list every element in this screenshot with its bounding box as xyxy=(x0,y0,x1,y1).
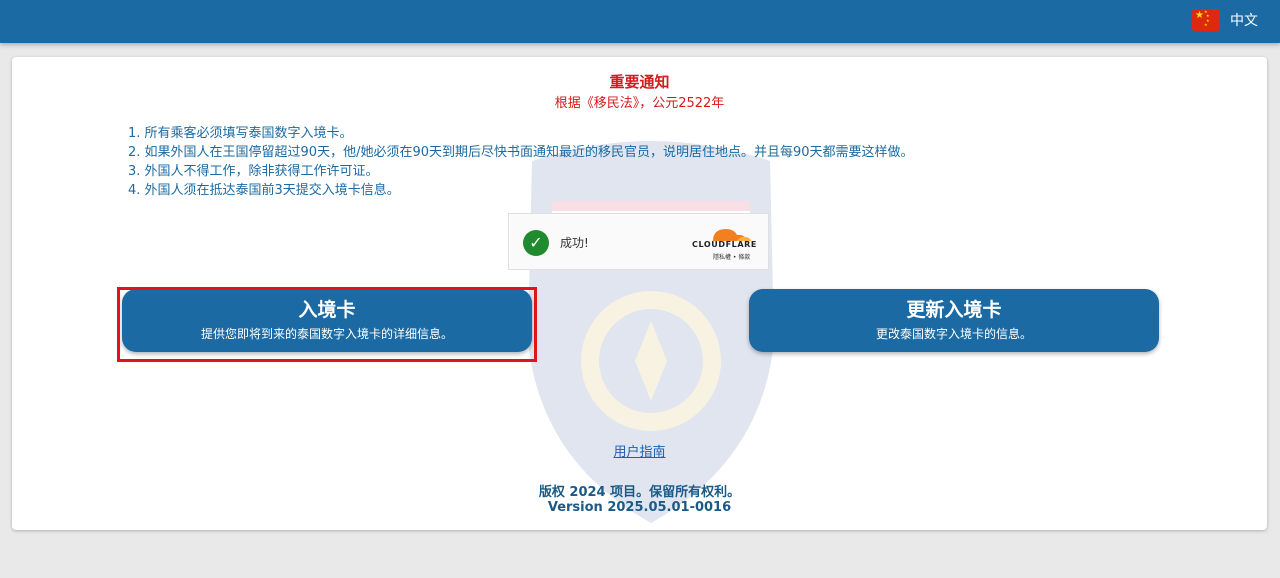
notice-rule: 4. 外国人须在抵达泰国前3天提交入境卡信息。 xyxy=(128,183,400,198)
notice-rule: 3. 外国人不得工作，除非获得工作许可证。 xyxy=(128,164,379,179)
notice-rules-list: 1. 所有乘客必须填写泰国数字入境卡。 2. 如果外国人在王国停留超过90天，他… xyxy=(128,124,914,200)
captcha-status-text: 成功! xyxy=(560,236,589,250)
entry-card-description: 提供您即将到来的泰国数字入境卡的详细信息。 xyxy=(200,327,453,341)
entry-card-button[interactable]: 入境卡 提供您即将到来的泰国数字入境卡的详细信息。 xyxy=(122,289,532,352)
update-card-description: 更改泰国数字入境卡的信息。 xyxy=(875,327,1032,341)
notice-title: 重要通知 xyxy=(609,73,670,91)
user-guide-link[interactable]: 用户指南 xyxy=(12,441,1267,460)
language-label: 中文 xyxy=(1230,13,1258,29)
update-entry-card-button[interactable]: 更新入境卡 更改泰国数字入境卡的信息。 xyxy=(749,289,1159,352)
language-selector[interactable]: ★ ★ ★ ★ ★ 中文 xyxy=(1192,8,1258,32)
version-text: Version 2025.05.01-0016 xyxy=(547,500,732,515)
china-flag-icon: ★ ★ ★ ★ ★ xyxy=(1192,9,1220,31)
update-card-title: 更新入境卡 xyxy=(906,299,1002,321)
notice-rule: 2. 如果外国人在王国停留超过90天，他/她必须在90天到期后尽快书面通知最近的… xyxy=(128,145,914,160)
copyright-text: 版权 2024 项目。保留所有权利。 xyxy=(538,485,741,500)
notice-subtitle: 根据《移民法》，公元2522年 xyxy=(554,96,725,111)
cloudflare-captcha-widget[interactable]: ✓ 成功! CLOUDFLARE 隱私權 • 條款 xyxy=(508,213,769,270)
success-check-icon: ✓ xyxy=(523,230,549,256)
captcha-privacy-links[interactable]: 隱私權 • 條款 xyxy=(713,252,750,261)
cloudflare-wordmark: CLOUDFLARE xyxy=(692,240,757,249)
notice-rule: 1. 所有乘客必须填写泰国数字入境卡。 xyxy=(128,126,353,141)
entry-card-title: 入境卡 xyxy=(298,299,356,321)
main-card: 重要通知 根据《移民法》，公元2522年 1. 所有乘客必须填写泰国数字入境卡。… xyxy=(12,57,1267,530)
top-navbar: ★ ★ ★ ★ ★ 中文 xyxy=(0,0,1280,43)
